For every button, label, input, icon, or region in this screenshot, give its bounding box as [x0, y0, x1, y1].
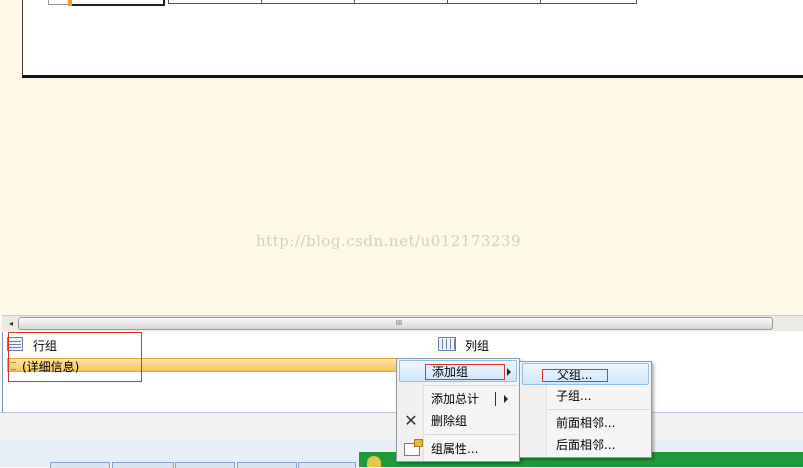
- taskbar-tab[interactable]: [112, 462, 174, 468]
- submenu-arrow-icon: [507, 368, 511, 376]
- menu-item-child-group[interactable]: 子组...: [522, 385, 649, 407]
- annotation-red-box: [8, 332, 142, 382]
- column-groups-icon: [438, 337, 456, 351]
- scrollbar-grip-icon: III: [395, 319, 403, 327]
- taskbar-tab[interactable]: [175, 462, 235, 468]
- taskbar-tab[interactable]: [50, 462, 110, 468]
- report-body[interactable]: [22, 0, 803, 78]
- menu-item-adjacent-after[interactable]: 后面相邻...: [522, 434, 649, 456]
- annotation-red-box: [425, 364, 505, 380]
- menu-item-group-properties[interactable]: 组属性...: [399, 438, 517, 460]
- menu-separator: [425, 385, 517, 386]
- menu-item-add-total[interactable]: 添加总计: [399, 388, 517, 410]
- annotation-red-box: [542, 369, 608, 382]
- scroll-left-arrow-icon[interactable]: ◂: [4, 316, 18, 331]
- tablix-cell[interactable]: [447, 0, 544, 4]
- menu-item-label: 子组...: [556, 389, 592, 403]
- horizontal-scrollbar[interactable]: ◂ III: [2, 315, 803, 331]
- tablix-cell[interactable]: [540, 0, 637, 4]
- delete-x-icon: ✕: [404, 411, 418, 430]
- menu-separator: [548, 409, 649, 410]
- submenu-arrow-icon: [504, 395, 508, 403]
- tablix-selected-cell[interactable]: [68, 0, 165, 6]
- watermark-text: http://blog.csdn.net/u012173239: [256, 232, 522, 250]
- tablix-cell[interactable]: [168, 0, 265, 4]
- scrollbar-thumb[interactable]: III: [18, 317, 773, 330]
- tablix-cell[interactable]: [354, 0, 451, 4]
- menu-item-label: 后面相邻...: [556, 438, 616, 452]
- selection-marker: [68, 0, 72, 6]
- menu-item-label: 添加总计: [431, 392, 480, 406]
- menu-separator: [425, 434, 517, 435]
- menu-item-adjacent-before[interactable]: 前面相邻...: [522, 412, 649, 434]
- menu-item-label: 组属性...: [431, 442, 479, 456]
- taskbar-tab[interactable]: [298, 462, 356, 468]
- taskbar-tab[interactable]: [237, 462, 297, 468]
- app-icon: [367, 456, 381, 467]
- menu-item-delete-group[interactable]: ✕ 删除组: [399, 410, 517, 432]
- tablix-row-handle[interactable]: [48, 0, 70, 5]
- menu-item-label: 前面相邻...: [556, 416, 616, 430]
- properties-icon: [404, 439, 423, 456]
- menu-item-label: 删除组: [431, 414, 468, 428]
- split-divider: [495, 392, 496, 406]
- column-groups-title: 列组: [465, 339, 490, 353]
- tablix-cell[interactable]: [261, 0, 358, 4]
